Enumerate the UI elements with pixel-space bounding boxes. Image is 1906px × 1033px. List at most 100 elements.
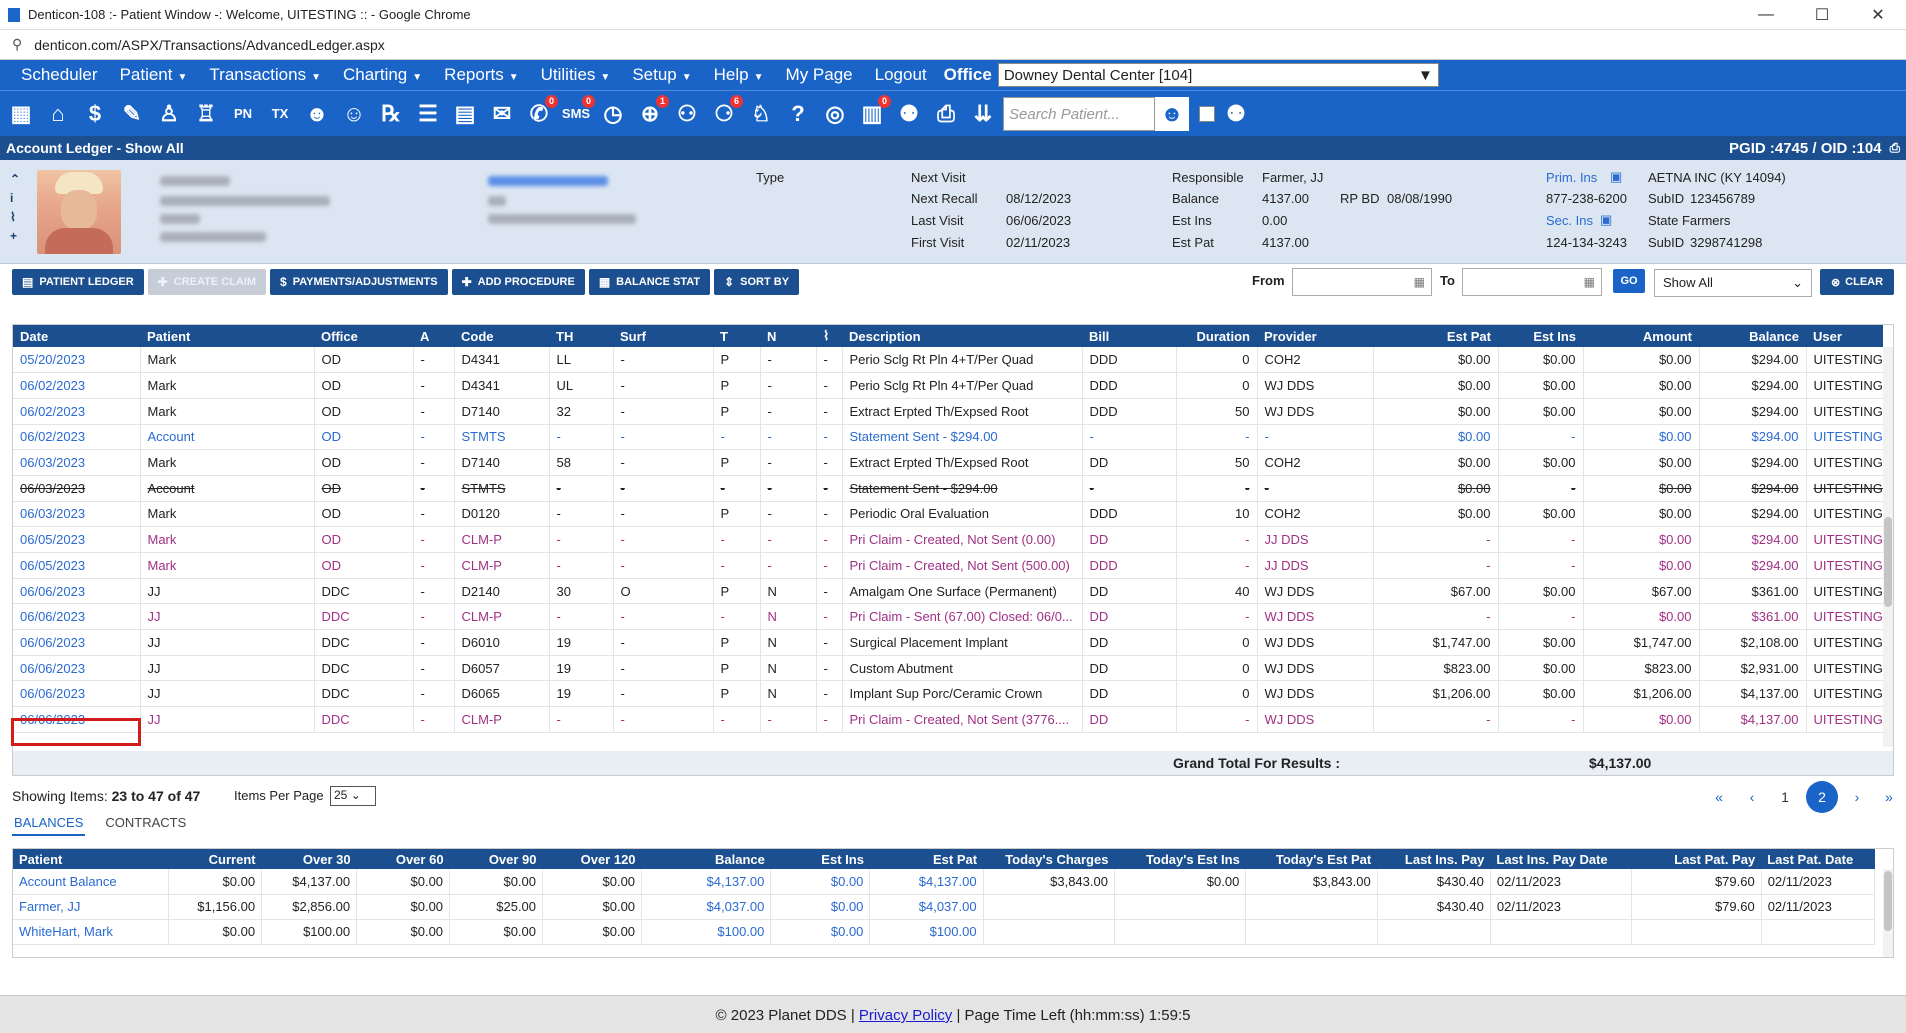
filter-select[interactable]: Show All ⌄ [1654, 269, 1812, 297]
toolbar-checkbox[interactable] [1199, 105, 1215, 122]
menu-my-page[interactable]: My Page [775, 65, 864, 85]
column-header[interactable]: Balance [1699, 325, 1806, 347]
rx-icon[interactable]: ℞ [374, 97, 408, 131]
column-header[interactable]: Amount [1583, 325, 1699, 347]
items-per-page-select[interactable]: 25 ⌄ [330, 786, 376, 806]
balance-patient-link[interactable]: Farmer, JJ [13, 894, 170, 920]
chat-icon[interactable]: ✆ 0 [522, 94, 558, 131]
attachment-icon[interactable]: ⌇ [10, 208, 24, 227]
add-procedure-button[interactable]: ✚ ADD PROCEDURE [451, 269, 585, 295]
menu-charting[interactable]: Charting ▼ [332, 65, 433, 85]
column-header[interactable]: Code [454, 325, 549, 347]
notes-icon[interactable]: ☰ [411, 97, 445, 131]
ledger-row[interactable]: 06/03/2023 Mark OD - D7140 58- P - - Extract Erpt… [13, 449, 1884, 476]
tooth-chart-icon[interactable]: ♙ [152, 97, 186, 131]
menu-logout[interactable]: Logout [864, 65, 938, 85]
ledger-date-link[interactable]: 06/05/2023 [13, 526, 141, 553]
ledger-date-link[interactable]: 05/20/2023 [13, 347, 141, 374]
help-tooth-icon[interactable]: ? [781, 97, 815, 131]
ledger-date-link[interactable]: 06/06/2023 [13, 655, 141, 682]
mail-icon[interactable]: ✉ [485, 97, 519, 131]
sms-icon[interactable]: SMS 0 [559, 94, 595, 131]
to-date-input[interactable]: ▦ [1462, 268, 1602, 296]
ledger-row[interactable]: 06/03/2023 Account OD - STMTS - - - - - Statement … [13, 475, 1884, 502]
info-icon[interactable]: i [10, 189, 24, 208]
ledger-date-link[interactable]: 06/03/2023 [13, 475, 141, 502]
column-header[interactable]: T [713, 325, 760, 347]
add-patient-icon[interactable]: ☻ [300, 97, 334, 131]
last-page-button[interactable]: » [1874, 782, 1904, 812]
ledger-row[interactable]: 05/20/2023 Mark OD - D4341 LL - P - - Perio Sclg R… [13, 347, 1884, 374]
clear-button[interactable]: ⊗ CLEAR [1820, 269, 1894, 295]
prim-ins-edit-icon[interactable]: ▣ [1610, 169, 1622, 185]
attachment-column-icon[interactable]: ⌇ [816, 325, 842, 347]
column-header[interactable]: User [1806, 325, 1883, 347]
column-header[interactable]: TH [549, 325, 613, 347]
close-button[interactable]: ✕ [1850, 5, 1906, 25]
download-icon[interactable]: ⇊ [966, 97, 1000, 131]
ledger-row[interactable]: 06/06/2023 JJ DDC - D6010 19- P N - Surgical Plac… [13, 629, 1884, 656]
print-icon[interactable]: ⎙ [929, 97, 963, 131]
column-header[interactable]: Bill [1082, 325, 1176, 347]
ledger-row[interactable]: 06/05/2023 Mark OD - CLM-P - - - - - Pri Claim - C… [13, 552, 1884, 579]
balance-stat-button[interactable]: ▦ BALANCE STAT [588, 269, 711, 295]
ledger-row[interactable]: 06/02/2023 Account OD - STMTS - - - - - Statement … [13, 424, 1884, 451]
patient-search-input[interactable]: Search Patient... [1003, 96, 1155, 131]
menu-reports[interactable]: Reports ▼ [433, 65, 529, 85]
balance-patient-link[interactable]: WhiteHart, Mark [13, 919, 170, 945]
column-header[interactable]: Surf [613, 325, 713, 347]
patient-ledger-button[interactable]: ▤ PATIENT LEDGER [12, 269, 144, 295]
site-info-icon[interactable]: ⚲ [12, 36, 22, 53]
menu-scheduler[interactable]: Scheduler [10, 65, 109, 85]
web-icon[interactable]: ◎ [818, 97, 852, 131]
from-date-input[interactable]: ▦ [1292, 268, 1432, 296]
office-select[interactable]: Downey Dental Center [104] ▼ [997, 63, 1439, 87]
column-header[interactable]: Date [13, 325, 140, 347]
create-claim-button[interactable]: ✚ CREATE CLAIM [147, 269, 267, 295]
ledger-date-link[interactable]: 06/03/2023 [13, 501, 141, 528]
column-header[interactable]: Est Ins [1498, 325, 1583, 347]
menu-setup[interactable]: Setup ▼ [621, 65, 702, 85]
minimize-button[interactable]: — [1738, 6, 1794, 24]
clock-icon[interactable]: ◷ [596, 97, 630, 131]
support-icon[interactable]: ⚇ [670, 97, 704, 131]
calendar-icon[interactable]: ▦ [1584, 275, 1595, 289]
column-header[interactable]: A [413, 325, 454, 347]
ledger-row[interactable]: 06/02/2023 Mark OD - D7140 32- P - - Extract Erpt… [13, 398, 1884, 425]
tooth-perio-icon[interactable]: ♖ [189, 97, 223, 131]
ledger-date-link[interactable]: 06/02/2023 [13, 372, 141, 399]
print-icon[interactable]: ⎙ [1890, 140, 1900, 156]
column-header[interactable]: Description [842, 325, 1082, 347]
ledger-row[interactable]: 06/06/2023 JJ DDC - CLM-P - - - - - Pri Claim - Cr… [13, 706, 1884, 733]
maximize-button[interactable]: ☐ [1794, 5, 1850, 25]
add-family-icon[interactable]: ☺ [337, 97, 371, 131]
ledger-row[interactable]: 06/06/2023 JJ DDC - CLM-P - - - N - Pri Claim - Se… [13, 603, 1884, 631]
address-bar[interactable]: ⚲ denticon.com/ASPX/Transactions/Advance… [0, 30, 1906, 60]
sec-ins-link[interactable]: Sec. Ins [1546, 213, 1593, 228]
globe-icon[interactable]: ⊕ 1 [633, 94, 669, 131]
column-header[interactable]: Duration [1176, 325, 1257, 347]
go-button[interactable]: GO [1613, 269, 1645, 293]
ledger-row[interactable]: 06/02/2023 Mark OD - D4341 UL - P - - Perio Sclg R… [13, 372, 1884, 399]
dollar-icon[interactable]: $ [78, 97, 112, 131]
ledger-date-link[interactable]: 06/06/2023 [13, 578, 141, 605]
next-page-button[interactable]: › [1842, 782, 1872, 812]
calendar-icon[interactable]: ▦ [1414, 275, 1425, 289]
ledger-row[interactable]: 06/06/2023 JJ DDC - D2140 30 O P N - Amalgam One S… [13, 578, 1884, 605]
tx-icon[interactable]: TX [263, 97, 297, 131]
privacy-policy-link[interactable]: Privacy Policy [859, 1007, 952, 1024]
home-icon[interactable]: ⌂ [41, 97, 75, 131]
ledger-date-link[interactable]: 06/06/2023 [13, 680, 141, 708]
column-header[interactable]: Patient [140, 325, 314, 347]
menu-patient[interactable]: Patient ▼ [109, 65, 199, 85]
column-header[interactable]: Office [314, 325, 413, 347]
tooth-icon[interactable]: ♘ [744, 97, 778, 131]
column-header[interactable]: Est Pat [1373, 325, 1498, 347]
document-icon[interactable]: ▤ [448, 97, 482, 131]
ledger-row[interactable]: 06/06/2023 JJ DDC - D6057 19- P N - Custom Abutme… [13, 655, 1884, 682]
balances-scrollbar[interactable] [1883, 869, 1893, 957]
family-icon[interactable]: ⚉ [892, 97, 926, 131]
ledger-date-link[interactable]: 06/02/2023 [13, 398, 141, 425]
patient-search-icon[interactable]: ☻ [1155, 96, 1189, 131]
calendar-icon[interactable]: ▦ [4, 97, 38, 131]
